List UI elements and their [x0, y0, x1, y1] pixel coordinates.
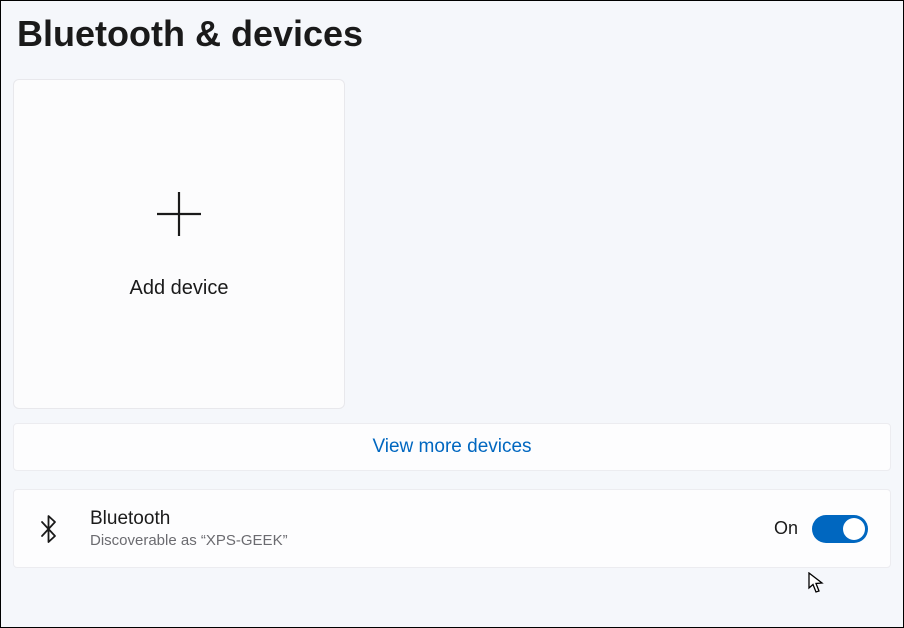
bluetooth-toggle-wrap: On: [774, 515, 868, 543]
bluetooth-title: Bluetooth: [90, 508, 774, 530]
bluetooth-icon: [36, 511, 62, 547]
view-more-devices-button[interactable]: View more devices: [13, 423, 891, 471]
bluetooth-subtitle: Discoverable as “XPS-GEEK”: [90, 532, 774, 549]
bluetooth-toggle-state-label: On: [774, 518, 798, 539]
add-device-button[interactable]: Add device: [13, 79, 345, 409]
view-more-label: View more devices: [372, 436, 531, 457]
add-device-label: Add device: [130, 277, 229, 300]
cursor-icon: [808, 572, 826, 599]
bluetooth-setting-row: Bluetooth Discoverable as “XPS-GEEK” On: [13, 489, 891, 568]
plus-icon: [153, 188, 205, 249]
bluetooth-toggle[interactable]: [812, 515, 868, 543]
page-title: Bluetooth & devices: [17, 13, 891, 55]
toggle-knob: [843, 518, 865, 540]
bluetooth-text: Bluetooth Discoverable as “XPS-GEEK”: [90, 508, 774, 549]
